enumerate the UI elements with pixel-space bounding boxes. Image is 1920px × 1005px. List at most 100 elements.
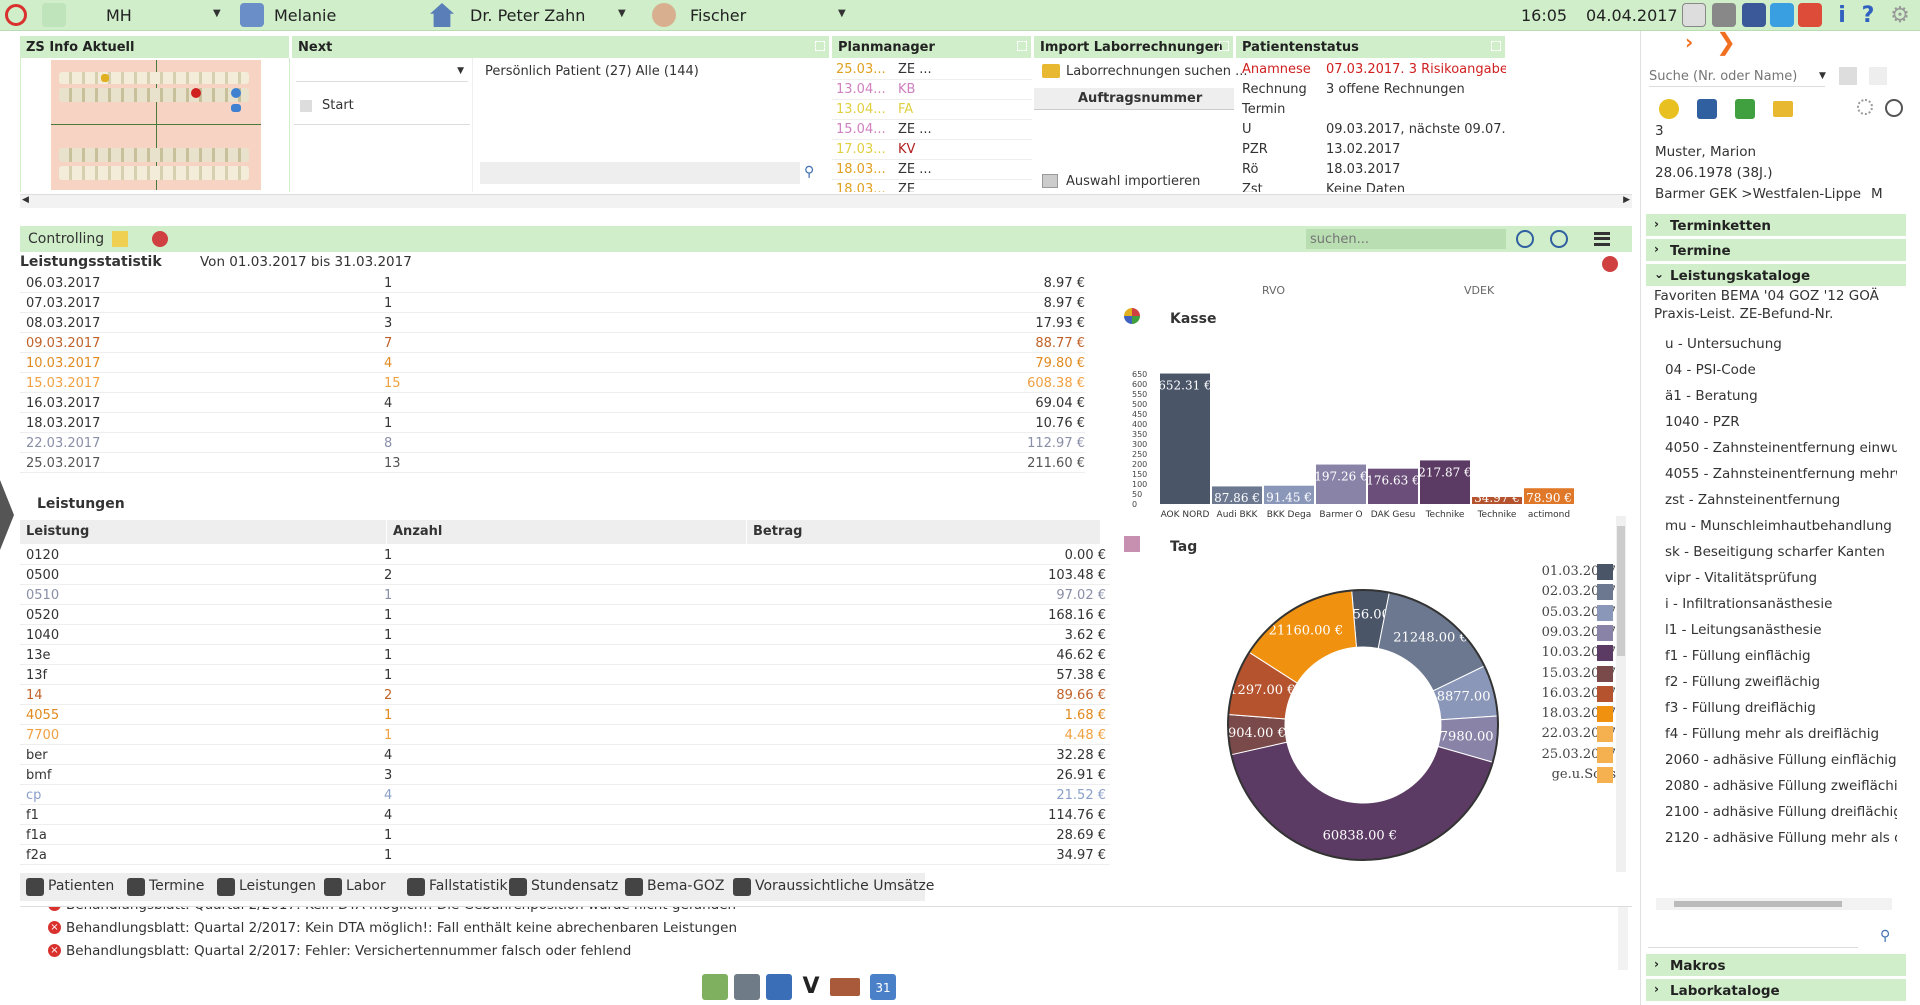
- table-row[interactable]: 1040 1 3.62 €: [20, 625, 1110, 645]
- status-row[interactable]: Rechnung 3 offene Rechnungen: [1236, 80, 1506, 100]
- status-row[interactable]: Rö 18.03.2017: [1236, 160, 1506, 180]
- monitor-icon[interactable]: [1735, 99, 1755, 119]
- table-row[interactable]: bmf 3 26.91 €: [20, 765, 1110, 785]
- table-row[interactable]: 14 2 89.66 €: [20, 685, 1110, 705]
- document-icon[interactable]: [1682, 3, 1706, 27]
- catalog-item[interactable]: ä1 - Beratung: [1665, 388, 1758, 404]
- catalog-praxis[interactable]: Praxis-Leist. ZE-Befund-Nr.: [1654, 306, 1833, 322]
- catalog-item[interactable]: mu - Munschleimhautbehandlung: [1665, 518, 1892, 534]
- chevron-down-icon[interactable]: ▼: [1819, 71, 1826, 81]
- close-chart-icon[interactable]: [1602, 256, 1618, 272]
- search-icon[interactable]: ⚲: [1880, 928, 1890, 944]
- accordion-laborkataloge[interactable]: › Laborkataloge: [1646, 979, 1906, 1001]
- scroll-thumb[interactable]: [1674, 901, 1842, 907]
- catalog-favorites[interactable]: Favoriten BEMA '04 GOZ '12 GOÄ: [1654, 288, 1879, 304]
- catalog-item[interactable]: 4050 - Zahnsteinentfernung einwurze: [1665, 440, 1897, 456]
- tab-bema-goz[interactable]: Bema-GOZ: [625, 878, 724, 896]
- catalog-item[interactable]: 2080 - adhäsive Füllung zweiflächig: [1665, 778, 1897, 794]
- accordion-leistungskataloge[interactable]: ⌄ Leistungskataloge: [1646, 264, 1906, 286]
- table-row[interactable]: 0520 1 168.16 €: [20, 605, 1110, 625]
- tab-termine[interactable]: Termine: [127, 878, 204, 896]
- table-row[interactable]: ber 4 32.28 €: [20, 745, 1110, 765]
- refresh-icon[interactable]: [1885, 99, 1903, 117]
- table-row[interactable]: f1 4 114.76 €: [20, 805, 1110, 825]
- catalog-item[interactable]: f3 - Füllung dreiflächig: [1665, 700, 1816, 716]
- table-row[interactable]: 0500 2 103.48 €: [20, 565, 1110, 585]
- patient-search-input[interactable]: [1649, 67, 1825, 87]
- status-row[interactable]: Zst Keine Daten: [1236, 180, 1506, 192]
- help-icon[interactable]: ?: [1856, 3, 1880, 28]
- resize-icon[interactable]: [1491, 41, 1501, 51]
- sidebar-hscroll[interactable]: [1656, 898, 1892, 910]
- table-row[interactable]: cp 4 21.52 €: [20, 785, 1110, 805]
- status-row[interactable]: Anamnese 07.03.2017. 3 Risikoangaben: [1236, 60, 1506, 80]
- bar[interactable]: [1160, 373, 1210, 504]
- accordion-termine[interactable]: › Termine: [1646, 239, 1906, 261]
- sidebar-search-input[interactable]: [1648, 926, 1858, 948]
- search-icon[interactable]: [1516, 230, 1534, 248]
- controlling-search-input[interactable]: [1306, 229, 1506, 249]
- table-row[interactable]: f1a 1 28.69 €: [20, 825, 1110, 845]
- catalog-item[interactable]: 2060 - adhäsive Füllung einflächig: [1665, 752, 1897, 768]
- table-row[interactable]: 7700 1 4.48 €: [20, 725, 1110, 745]
- tab-labor[interactable]: Labor: [324, 878, 386, 896]
- status-row[interactable]: U 09.03.2017, nächste 09.07.2: [1236, 120, 1506, 140]
- error-message[interactable]: × Behandlungsblatt: Quartal 2/2017: Kein …: [48, 907, 736, 913]
- tools-icon[interactable]: [734, 974, 760, 1000]
- catalog-item[interactable]: 4055 - Zahnsteinentfernung mehrwur: [1665, 466, 1897, 482]
- tab-fallstatistik[interactable]: Fallstatistik: [407, 878, 508, 896]
- table-row[interactable]: 0120 1 0.00 €: [20, 545, 1110, 565]
- print-icon[interactable]: [1712, 3, 1736, 27]
- menu-icon[interactable]: [1594, 232, 1610, 246]
- catalog-item[interactable]: i - Infiltrationsanästhesie: [1665, 596, 1832, 612]
- accordion-terminketten[interactable]: › Terminketten: [1646, 214, 1906, 236]
- table-row[interactable]: f2a 1 34.97 €: [20, 845, 1110, 865]
- table-row[interactable]: 0510 1 97.02 €: [20, 585, 1110, 605]
- status-row[interactable]: Termin: [1236, 100, 1506, 120]
- googleplus-icon[interactable]: [1798, 3, 1822, 27]
- catalog-item[interactable]: 1040 - PZR: [1665, 414, 1740, 430]
- error-scrollbar[interactable]: [1618, 907, 1628, 970]
- info-icon[interactable]: i: [1830, 3, 1854, 28]
- resize-icon[interactable]: [1219, 41, 1229, 51]
- catalog-item[interactable]: u - Untersuchung: [1665, 336, 1782, 352]
- catalog-item[interactable]: f2 - Füllung zweiflächig: [1665, 674, 1820, 690]
- tab-patienten[interactable]: Patienten: [26, 878, 114, 896]
- tab-stundensatz[interactable]: Stundensatz: [509, 878, 618, 896]
- catalog-item[interactable]: l1 - Leitungsanästhesie: [1665, 622, 1822, 638]
- twitter-icon[interactable]: [1770, 3, 1794, 27]
- card-reader-icon[interactable]: [830, 978, 860, 996]
- catalog-item[interactable]: 2100 - adhäsive Füllung dreiflächig: [1665, 804, 1897, 820]
- catalog-item[interactable]: f1 - Füllung einflächig: [1665, 648, 1811, 664]
- table-row[interactable]: 13f 1 57.38 €: [20, 665, 1110, 685]
- gear-icon[interactable]: ⚙: [1888, 3, 1912, 28]
- catalog-item[interactable]: 2120 - adhäsive Füllung mehr als drei: [1665, 830, 1897, 846]
- table-row[interactable]: 13e 1 46.62 €: [20, 645, 1110, 665]
- tab-leistungen[interactable]: Leistungen: [217, 878, 316, 896]
- scroll-thumb[interactable]: [1617, 526, 1625, 656]
- catalog-item[interactable]: vipr - Vitalitätsprüfung: [1665, 570, 1817, 586]
- folder-icon[interactable]: [1773, 101, 1793, 117]
- status-row[interactable]: PZR 13.02.2017: [1236, 140, 1506, 160]
- facebook-icon[interactable]: [1742, 3, 1766, 27]
- main-scrollbar[interactable]: [1616, 516, 1626, 872]
- scroll-right-icon[interactable]: ▶: [1623, 195, 1630, 205]
- calendar-icon[interactable]: 31: [870, 974, 896, 1000]
- error-message[interactable]: × Behandlungsblatt: Quartal 2/2017: Fehle…: [48, 943, 631, 959]
- statistics-icon[interactable]: [766, 974, 792, 1000]
- catalog-item[interactable]: zst - Zahnsteinentfernung: [1665, 492, 1840, 508]
- search-advanced-icon[interactable]: [1550, 230, 1568, 248]
- catalog-item[interactable]: sk - Beseitigung scharfer Kanten: [1665, 544, 1885, 560]
- accordion-makros[interactable]: › Makros: [1646, 954, 1906, 976]
- tab-voraussichtliche-umsätze[interactable]: Voraussichtliche Umsätze: [733, 878, 934, 896]
- video-icon[interactable]: [1697, 99, 1717, 119]
- v-logo-icon[interactable]: V: [798, 974, 824, 1000]
- calculator-icon[interactable]: [702, 974, 728, 1000]
- add-patient-icon[interactable]: [1839, 67, 1857, 85]
- catalog-item[interactable]: f4 - Füllung mehr als dreiflächig: [1665, 726, 1879, 742]
- catalog-item[interactable]: 04 - PSI-Code: [1665, 362, 1756, 378]
- radiation-icon[interactable]: [1659, 99, 1679, 119]
- error-message[interactable]: × Behandlungsblatt: Quartal 2/2017: Kein …: [48, 920, 737, 936]
- hand-icon[interactable]: [1869, 67, 1887, 85]
- table-row[interactable]: 4055 1 1.68 €: [20, 705, 1110, 725]
